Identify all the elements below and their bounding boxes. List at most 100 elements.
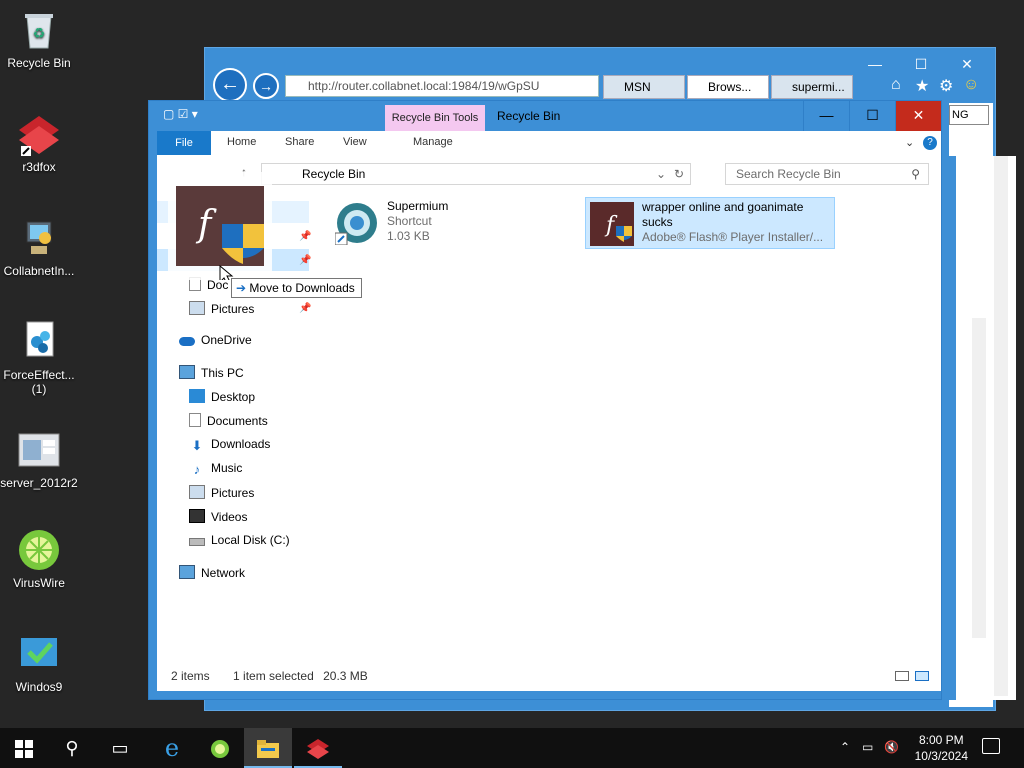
nav-onedrive[interactable]: OneDrive bbox=[179, 333, 252, 347]
file-name: wrapper online and goanimate bbox=[642, 200, 804, 214]
drag-tooltip-text: Move to Downloads bbox=[249, 281, 355, 295]
file-item-supermium[interactable]: Supermium Shortcut 1.03 KB bbox=[331, 197, 551, 249]
r3dfox-icon bbox=[17, 112, 61, 156]
music-icon: ♪ bbox=[193, 462, 201, 477]
computer-icon bbox=[17, 216, 61, 260]
quick-access-toolbar[interactable]: ▢ ☑ ▾ bbox=[163, 107, 253, 125]
tab-home[interactable]: Home bbox=[227, 136, 256, 148]
search-icon: ⚲ bbox=[911, 167, 920, 181]
scrollbar[interactable] bbox=[972, 318, 986, 638]
nav-local-disk[interactable]: Local Disk (C:) bbox=[189, 533, 290, 547]
taskbar-r3dfox[interactable] bbox=[294, 728, 342, 768]
flash-installer-drag-icon: f bbox=[176, 186, 264, 285]
taskbar-viruswire[interactable] bbox=[196, 728, 244, 768]
desktop-icon-server[interactable]: server_2012r2 bbox=[0, 428, 78, 490]
desktop-icon-label: VirusWire bbox=[13, 576, 65, 590]
tab-manage[interactable]: Manage bbox=[413, 136, 453, 148]
status-selected: 1 item selected bbox=[233, 669, 314, 683]
windos9-icon bbox=[17, 632, 61, 676]
gear-icon[interactable]: ⚙ bbox=[939, 76, 953, 96]
network-tray-icon[interactable]: ▭ bbox=[862, 740, 873, 754]
help-icon[interactable]: ? bbox=[923, 136, 937, 150]
nav-music[interactable]: ♪ Music bbox=[189, 461, 243, 477]
forward-button[interactable]: → bbox=[253, 73, 279, 99]
taskbar: ⚲ ▭ e ⌃ ▭ 🔇 8:00 PM 10/3/2024 bbox=[0, 728, 1024, 768]
nav-this-pc[interactable]: This PC bbox=[179, 365, 244, 380]
smiley-icon[interactable]: ☺ bbox=[963, 76, 979, 94]
file-item-flash-installer[interactable]: f wrapper online and goanimate sucks Ado… bbox=[585, 197, 835, 249]
pictures-icon bbox=[189, 301, 205, 315]
ie-tab-supermium[interactable]: supermi... bbox=[771, 75, 853, 99]
lang-select[interactable]: NG bbox=[949, 105, 989, 125]
drag-ghost: f bbox=[168, 172, 272, 285]
volume-muted-icon[interactable]: 🔇 bbox=[884, 740, 899, 754]
cloud-icon bbox=[179, 337, 195, 346]
explorer-titlebar[interactable]: ▢ ☑ ▾ Recycle Bin Tools Recycle Bin — ☐ … bbox=[149, 101, 941, 131]
home-icon[interactable]: ⌂ bbox=[891, 76, 901, 94]
show-hidden-icons[interactable]: ⌃ bbox=[840, 740, 850, 754]
window-title: Recycle Bin bbox=[497, 109, 561, 123]
search-button[interactable]: ⚲ bbox=[48, 728, 96, 768]
desktop-icon-recycle-bin[interactable]: ♻ Recycle Bin bbox=[0, 8, 78, 70]
desktop-icon-windos9[interactable]: Windos9 bbox=[0, 632, 78, 694]
ie-close-button[interactable]: ✕ bbox=[947, 54, 987, 74]
search-input[interactable]: Search Recycle Bin ⚲ bbox=[725, 163, 929, 185]
desktop-icon-force-effect[interactable]: ForceEffect... (1) bbox=[0, 320, 78, 396]
nav-quick-pictures[interactable]: Pictures bbox=[189, 301, 254, 316]
address-bar[interactable]: Recycle Bin ↻ ⌄ bbox=[261, 163, 691, 185]
ie-tab-msn[interactable]: MSN bbox=[603, 75, 685, 99]
chevron-down-icon[interactable]: ⌄ bbox=[656, 164, 666, 184]
back-button[interactable]: ← bbox=[213, 68, 247, 102]
ie-minimize-button[interactable]: — bbox=[855, 54, 895, 74]
nav-desktop[interactable]: Desktop bbox=[189, 389, 255, 404]
status-item-count: 2 items bbox=[171, 669, 210, 683]
ie-address-bar[interactable]: http://router.collabnet.local:1984/19/wG… bbox=[285, 75, 599, 97]
desktop-icon-r3dfox[interactable]: r3dfox bbox=[0, 112, 78, 174]
desktop-icon-viruswire[interactable]: VirusWire bbox=[0, 528, 78, 590]
nav-downloads[interactable]: ⬇ Downloads bbox=[189, 437, 271, 453]
details-view-icon[interactable] bbox=[895, 671, 909, 681]
folder-icon bbox=[257, 740, 279, 759]
ribbon-expand-icon[interactable]: ⌄ bbox=[905, 136, 914, 149]
start-button[interactable] bbox=[0, 728, 48, 768]
server-icon bbox=[17, 428, 61, 472]
desktop-icon-label-line2: (1) bbox=[31, 382, 47, 396]
taskbar-file-explorer[interactable] bbox=[244, 728, 292, 768]
r3dfox-icon bbox=[307, 739, 329, 760]
refresh-icon[interactable]: ↻ bbox=[674, 164, 684, 184]
favorites-icon[interactable]: ★ bbox=[915, 76, 929, 96]
file-tab[interactable]: File bbox=[157, 131, 211, 155]
svg-text:♻: ♻ bbox=[33, 26, 46, 42]
desktop-icon-collabnet[interactable]: CollabnetIn... bbox=[0, 216, 78, 278]
pc-icon bbox=[179, 365, 195, 379]
pin-icon: 📌 bbox=[299, 255, 312, 266]
taskbar-ie[interactable]: e bbox=[148, 728, 196, 768]
notifications-icon[interactable] bbox=[982, 738, 1000, 754]
ie-maximize-button[interactable]: ☐ bbox=[901, 54, 941, 74]
nav-pictures[interactable]: Pictures bbox=[189, 485, 254, 500]
windows-logo-icon bbox=[15, 740, 33, 759]
large-icons-view-icon[interactable] bbox=[915, 671, 929, 681]
drag-tooltip: ➔ Move to Downloads bbox=[231, 278, 362, 298]
nav-documents[interactable]: Documents bbox=[189, 413, 268, 428]
task-view-button[interactable]: ▭ bbox=[96, 728, 144, 768]
minimize-button[interactable]: — bbox=[803, 101, 849, 131]
nav-videos[interactable]: Videos bbox=[189, 509, 247, 524]
nav-network[interactable]: Network bbox=[179, 565, 245, 580]
pin-icon: 📌 bbox=[299, 231, 312, 242]
address-crumb: Recycle Bin bbox=[302, 167, 366, 181]
ie-address-text: http://router.collabnet.local:1984/19/wG… bbox=[308, 79, 540, 93]
file-name-line2: sucks bbox=[642, 215, 673, 229]
pictures-icon bbox=[189, 485, 205, 499]
video-icon bbox=[189, 509, 205, 523]
recycle-bin-tools-tab: Recycle Bin Tools bbox=[385, 105, 485, 131]
clock[interactable]: 8:00 PM 10/3/2024 bbox=[915, 732, 968, 764]
close-button[interactable]: ✕ bbox=[895, 101, 941, 131]
search-placeholder: Search Recycle Bin bbox=[736, 167, 841, 181]
tab-share[interactable]: Share bbox=[285, 136, 314, 148]
ie-tab-browser[interactable]: Brows... bbox=[687, 75, 769, 99]
tab-view[interactable]: View bbox=[343, 136, 367, 148]
document-icon bbox=[189, 413, 201, 427]
maximize-button[interactable]: ☐ bbox=[849, 101, 895, 131]
scrollbar[interactable] bbox=[994, 156, 1008, 696]
